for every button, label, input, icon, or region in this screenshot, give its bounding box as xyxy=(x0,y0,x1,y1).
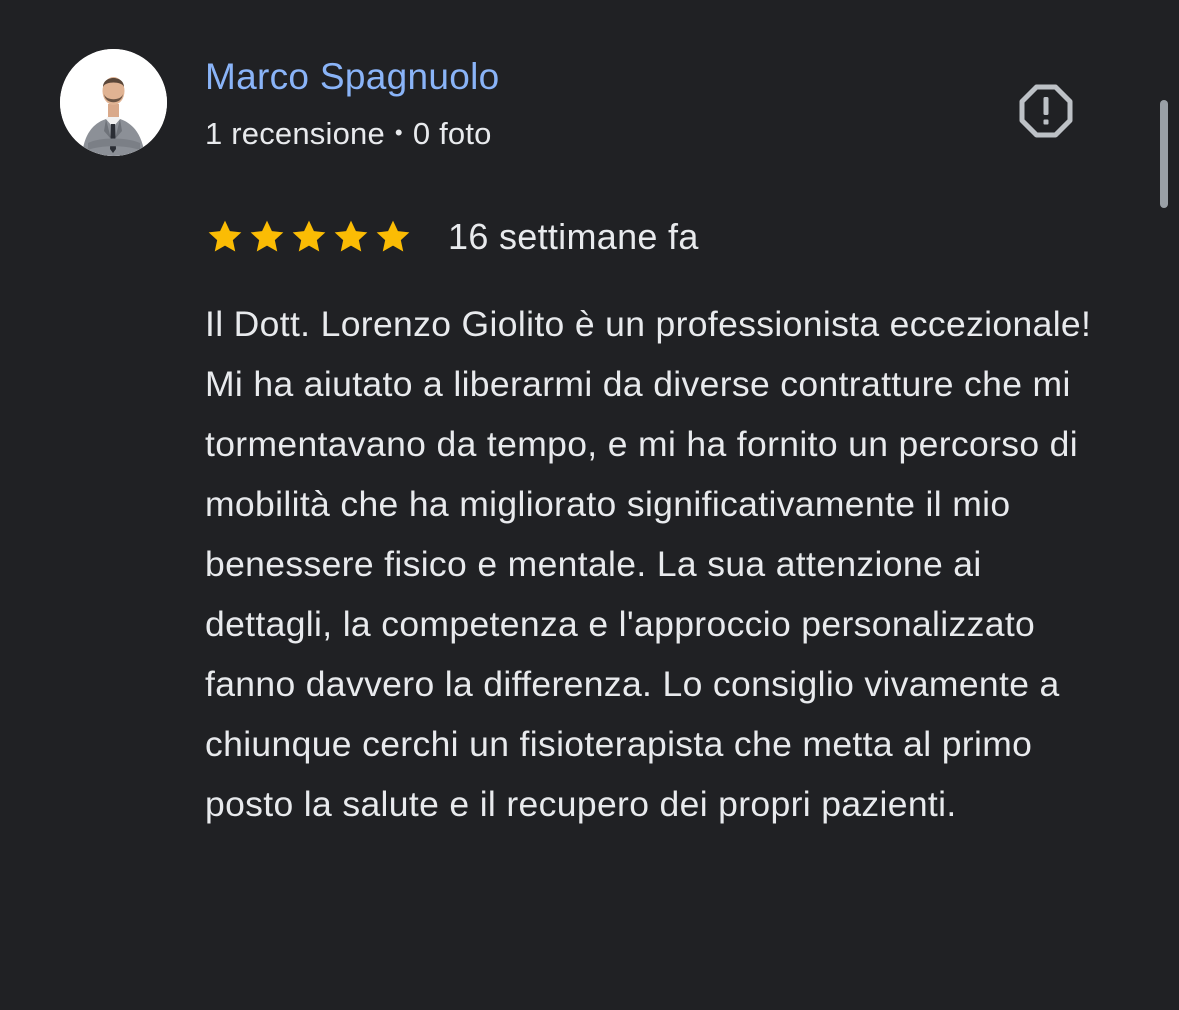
author-stats: 1 recensione • 0 foto xyxy=(205,113,492,154)
review-text: Il Dott. Lorenzo Giolito è un profession… xyxy=(205,304,1092,824)
star-rating xyxy=(205,217,415,257)
report-icon xyxy=(1019,84,1073,138)
star-icon xyxy=(334,220,368,252)
author-avatar[interactable] xyxy=(60,49,167,156)
report-button[interactable] xyxy=(1014,79,1078,143)
reviews-count: 1 recensione xyxy=(205,116,385,151)
star-icon xyxy=(292,220,326,252)
star-icon xyxy=(250,220,284,252)
review-date: 16 settimane fa xyxy=(448,216,699,257)
star-icon xyxy=(376,220,410,252)
meta-separator: • xyxy=(394,120,403,145)
author-photo xyxy=(60,49,167,156)
scrollbar-thumb[interactable] xyxy=(1160,100,1168,208)
author-name[interactable]: Marco Spagnuolo xyxy=(205,54,500,100)
rating-row: 16 settimane fa xyxy=(205,212,699,262)
review-card: Marco Spagnuolo 1 recensione • 0 foto 16 s… xyxy=(0,0,1179,1010)
photos-count: 0 foto xyxy=(412,116,492,151)
star-icon xyxy=(208,220,242,252)
